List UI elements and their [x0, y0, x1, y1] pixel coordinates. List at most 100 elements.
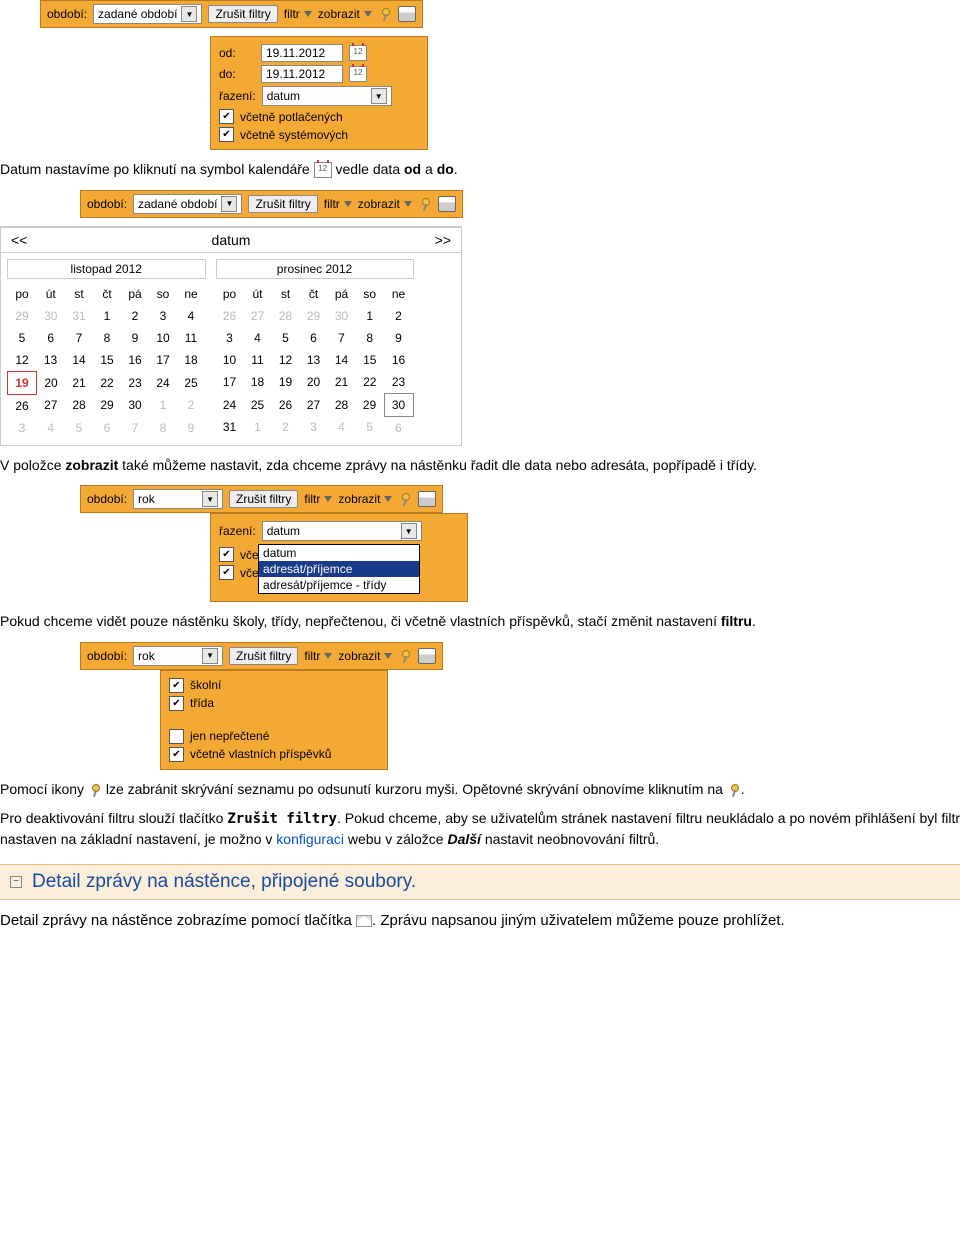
filter-bar-top: období: zadané období ▼ Zrušit filtry fi…	[40, 0, 423, 28]
print-icon[interactable]	[418, 491, 436, 507]
calendar-grid[interactable]: poútstčtpásone 262728293012 3456789 1011…	[216, 283, 414, 439]
period-label: období:	[87, 197, 127, 211]
period-dropdown[interactable]: rok ▼	[133, 646, 223, 666]
chevron-down-icon: ▼	[202, 648, 218, 664]
option-adresat[interactable]: adresát/příjemce	[259, 561, 419, 577]
checkbox[interactable]: ✔	[169, 696, 184, 711]
filter-link[interactable]: filtr	[304, 492, 332, 506]
paragraph: Pomocí ikony lze zabránit skrývání sezna…	[0, 780, 960, 800]
cancel-filters-button[interactable]: Zrušit filtry	[248, 195, 317, 213]
option-adresat-tridy[interactable]: adresát/příjemce - třídy	[259, 577, 419, 593]
include-suppressed-label: včetně potlačených	[240, 110, 343, 124]
filter-bar-2: období: zadané období ▼ Zrušit filtry fi…	[80, 190, 463, 218]
unread-label: jen nepřečtené	[190, 729, 269, 743]
chevron-down-icon	[324, 653, 332, 659]
show-link[interactable]: zobrazit	[358, 197, 412, 211]
paragraph: Detail zprávy na nástěnce zobrazíme pomo…	[0, 910, 960, 931]
paragraph: Pokud chceme vidět pouze nástěnku školy,…	[0, 612, 960, 632]
checkbox[interactable]: ✔	[219, 547, 234, 562]
sort-dropdown[interactable]: datum ▼	[262, 521, 422, 541]
chevron-down-icon: ▼	[221, 196, 237, 212]
from-input[interactable]: 19.11.2012	[261, 44, 343, 62]
next-button[interactable]: >>	[435, 232, 451, 248]
school-label: školní	[190, 678, 221, 692]
chevron-down-icon: ▼	[401, 523, 417, 539]
filter-checks-panel: ✔ školní ✔ třída jen nepřečtené ✔ včetně vl…	[160, 670, 388, 770]
class-label: třída	[190, 696, 214, 710]
period-dropdown[interactable]: zadané období ▼	[93, 4, 202, 24]
collapse-icon[interactable]: −	[10, 876, 22, 888]
option-datum[interactable]: datum	[259, 545, 419, 561]
config-link[interactable]: konfiguraci	[276, 831, 344, 847]
section-header: − Detail zprávy na nástěnce, připojené s…	[0, 864, 960, 900]
calendar-icon[interactable]: 12	[349, 45, 367, 61]
filter-bar-3: období: rok ▼ Zrušit filtry filtr zobraz…	[80, 485, 443, 513]
sort-panel: řazení: datum ▼ ✔včet ✔včet datum adresá…	[210, 513, 468, 602]
chevron-down-icon	[384, 653, 392, 659]
own-posts-label: včetně vlastních příspěvků	[190, 747, 331, 761]
cancel-filters-button[interactable]: Zrušit filtry	[229, 647, 298, 665]
chevron-down-icon	[324, 496, 332, 502]
chevron-down-icon: ▼	[181, 6, 197, 22]
chevron-down-icon: ▼	[202, 491, 218, 507]
month-title: listopad 2012	[7, 259, 206, 279]
sort-value: datum	[267, 89, 300, 103]
calendar-title: datum	[212, 232, 251, 248]
checkbox[interactable]: ✔	[219, 565, 234, 580]
print-icon[interactable]	[418, 648, 436, 664]
calendar-grid[interactable]: poútstčtpásone 2930311234 567891011 1213…	[7, 283, 206, 439]
checkbox[interactable]: ✔	[169, 678, 184, 693]
from-label: od:	[219, 46, 255, 60]
checkbox[interactable]	[169, 729, 184, 744]
checkbox[interactable]: ✔	[219, 127, 234, 142]
print-icon[interactable]	[438, 196, 456, 212]
period-label: období:	[87, 649, 127, 663]
filter-link[interactable]: filtr	[304, 649, 332, 663]
pin-icon	[88, 783, 102, 797]
chevron-down-icon	[344, 201, 352, 207]
to-input[interactable]: 19.11.2012	[261, 65, 343, 83]
checkbox[interactable]: ✔	[169, 747, 184, 762]
show-link[interactable]: zobrazit	[338, 492, 392, 506]
pin-icon[interactable]	[378, 7, 392, 21]
date-panel: od: 19.11.2012 12 do: 19.11.2012 12 řaze…	[210, 36, 428, 150]
print-icon[interactable]	[398, 6, 416, 22]
calendar-icon: 12	[314, 162, 332, 178]
show-link[interactable]: zobrazit	[338, 649, 392, 663]
period-label: období:	[47, 7, 87, 21]
chevron-down-icon	[304, 11, 312, 17]
period-value: zadané období	[138, 197, 217, 211]
paragraph: V položce zobrazit také můžeme nastavit,…	[0, 456, 960, 476]
cancel-filters-button[interactable]: Zrušit filtry	[208, 5, 277, 23]
sort-dropdown[interactable]: datum ▼	[262, 86, 392, 106]
filter-link[interactable]: filtr	[324, 197, 352, 211]
paragraph: Pro deaktivování filtru slouží tlačítko …	[0, 809, 960, 849]
sort-options-list[interactable]: datum adresát/příjemce adresát/příjemce …	[258, 544, 420, 594]
pin-icon	[727, 783, 741, 797]
envelope-icon	[356, 915, 372, 927]
date-picker: << datum >> listopad 2012 poútstčtpásone…	[0, 226, 462, 446]
filter-link[interactable]: filtr	[284, 7, 312, 21]
filter-bar-4: období: rok ▼ Zrušit filtry filtr zobraz…	[80, 642, 443, 670]
show-link[interactable]: zobrazit	[318, 7, 372, 21]
chevron-down-icon	[404, 201, 412, 207]
checkbox[interactable]: ✔	[219, 109, 234, 124]
include-system-label: včetně systémových	[240, 128, 348, 142]
pin-icon[interactable]	[418, 197, 432, 211]
period-dropdown[interactable]: zadané období ▼	[133, 194, 242, 214]
month-title: prosinec 2012	[216, 259, 414, 279]
period-dropdown[interactable]: rok ▼	[133, 489, 223, 509]
month-november: listopad 2012 poútstčtpásone 2930311234 …	[7, 259, 206, 439]
chevron-down-icon: ▼	[371, 88, 387, 104]
sort-label: řazení:	[219, 89, 256, 103]
period-value: zadané období	[98, 7, 177, 21]
section-title: Detail zprávy na nástěnce, připojené sou…	[32, 871, 416, 893]
pin-icon[interactable]	[398, 649, 412, 663]
cancel-filters-button[interactable]: Zrušit filtry	[229, 490, 298, 508]
pin-icon[interactable]	[398, 492, 412, 506]
month-december: prosinec 2012 poútstčtpásone 26272829301…	[216, 259, 414, 439]
calendar-icon[interactable]: 12	[349, 66, 367, 82]
period-label: období:	[87, 492, 127, 506]
sort-label: řazení:	[219, 524, 256, 538]
prev-button[interactable]: <<	[11, 232, 27, 248]
